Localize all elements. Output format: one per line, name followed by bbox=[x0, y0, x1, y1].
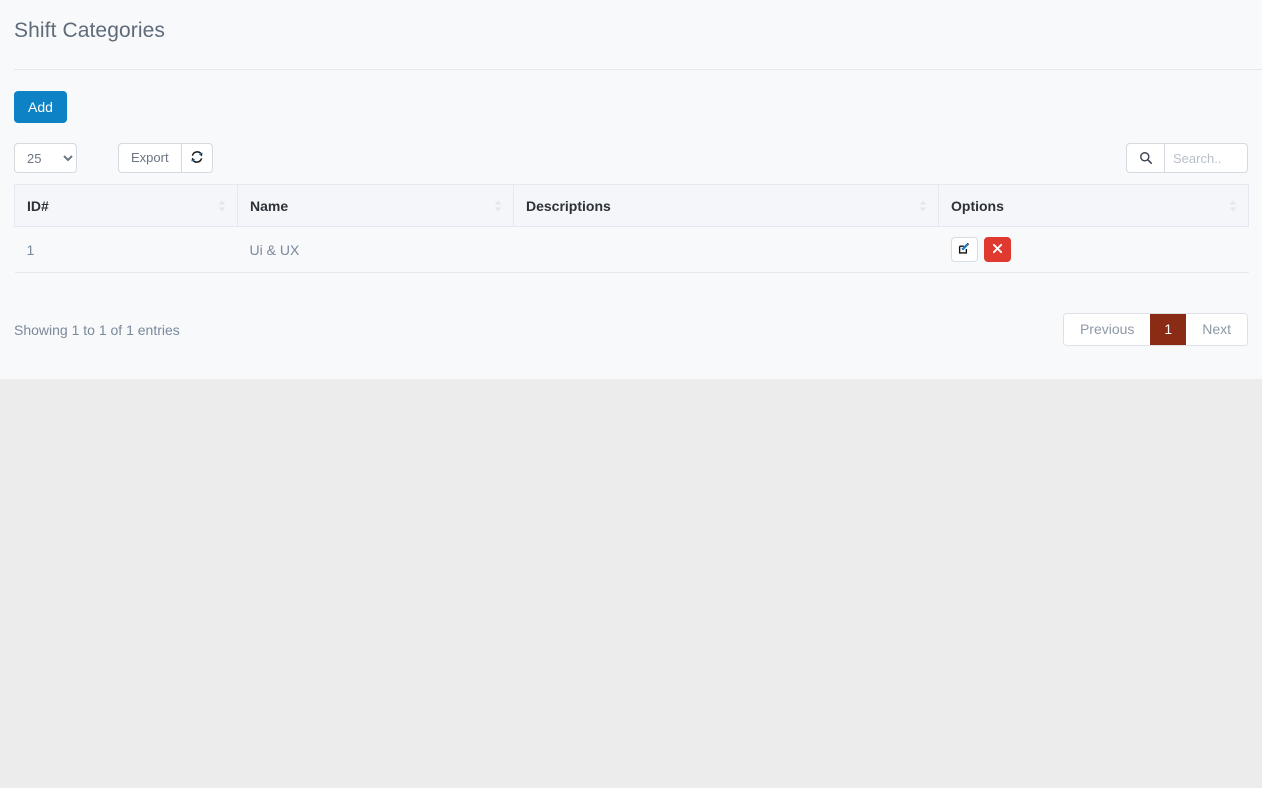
column-header-descriptions[interactable]: Descriptions bbox=[513, 184, 939, 227]
delete-button[interactable] bbox=[983, 237, 1011, 262]
sort-icon bbox=[217, 199, 227, 213]
table-body: 1 Ui & UX bbox=[14, 226, 1249, 273]
table-header-row: ID# Name Descriptions Options bbox=[14, 184, 1249, 227]
export-button[interactable]: Export bbox=[118, 143, 181, 173]
content-card: Shift Categories Add 25 50 100 Export bbox=[0, 0, 1262, 379]
column-header-label: ID# bbox=[27, 197, 49, 214]
header-divider bbox=[14, 69, 1262, 70]
pagination-previous[interactable]: Previous bbox=[1063, 314, 1151, 345]
pagination-next[interactable]: Next bbox=[1186, 314, 1247, 345]
refresh-button[interactable] bbox=[180, 143, 213, 173]
column-header-name[interactable]: Name bbox=[237, 184, 514, 227]
close-icon bbox=[992, 242, 1003, 257]
table-row: 1 Ui & UX bbox=[14, 226, 1249, 273]
sort-icon bbox=[493, 199, 503, 213]
add-button[interactable]: Add bbox=[14, 91, 67, 123]
pagination: Previous 1 Next bbox=[1062, 313, 1248, 346]
column-header-options[interactable]: Options bbox=[938, 184, 1249, 227]
column-header-label: Name bbox=[250, 197, 289, 214]
table-header: ID# Name Descriptions Options bbox=[14, 184, 1249, 227]
column-header-label: Options bbox=[951, 197, 1004, 214]
shift-categories-table: ID# Name Descriptions Options 1 Ui & UX bbox=[14, 184, 1249, 273]
page-title: Shift Categories bbox=[14, 19, 166, 42]
page-header: Shift Categories bbox=[14, 18, 1262, 44]
edit-button[interactable] bbox=[950, 237, 978, 262]
table-info: Showing 1 to 1 of 1 entries bbox=[14, 322, 180, 338]
page-length-select[interactable]: 25 50 100 bbox=[14, 143, 77, 173]
table-toolbar: 25 50 100 Export bbox=[14, 143, 1248, 173]
refresh-icon bbox=[190, 150, 204, 167]
column-header-label: Descriptions bbox=[526, 197, 611, 214]
edit-icon bbox=[958, 242, 971, 258]
row-actions bbox=[950, 237, 1237, 262]
cell-id: 1 bbox=[14, 226, 238, 273]
cell-description bbox=[513, 226, 939, 273]
sort-icon bbox=[1228, 199, 1238, 213]
search-group bbox=[1126, 143, 1248, 173]
export-button-group: Export bbox=[118, 143, 213, 173]
cell-options bbox=[938, 226, 1249, 273]
search-icon[interactable] bbox=[1126, 143, 1164, 173]
cell-name: Ui & UX bbox=[237, 226, 514, 273]
column-header-id[interactable]: ID# bbox=[14, 184, 238, 227]
pagination-page-1[interactable]: 1 bbox=[1150, 314, 1187, 345]
search-input[interactable] bbox=[1164, 143, 1248, 173]
sort-icon bbox=[918, 199, 928, 213]
